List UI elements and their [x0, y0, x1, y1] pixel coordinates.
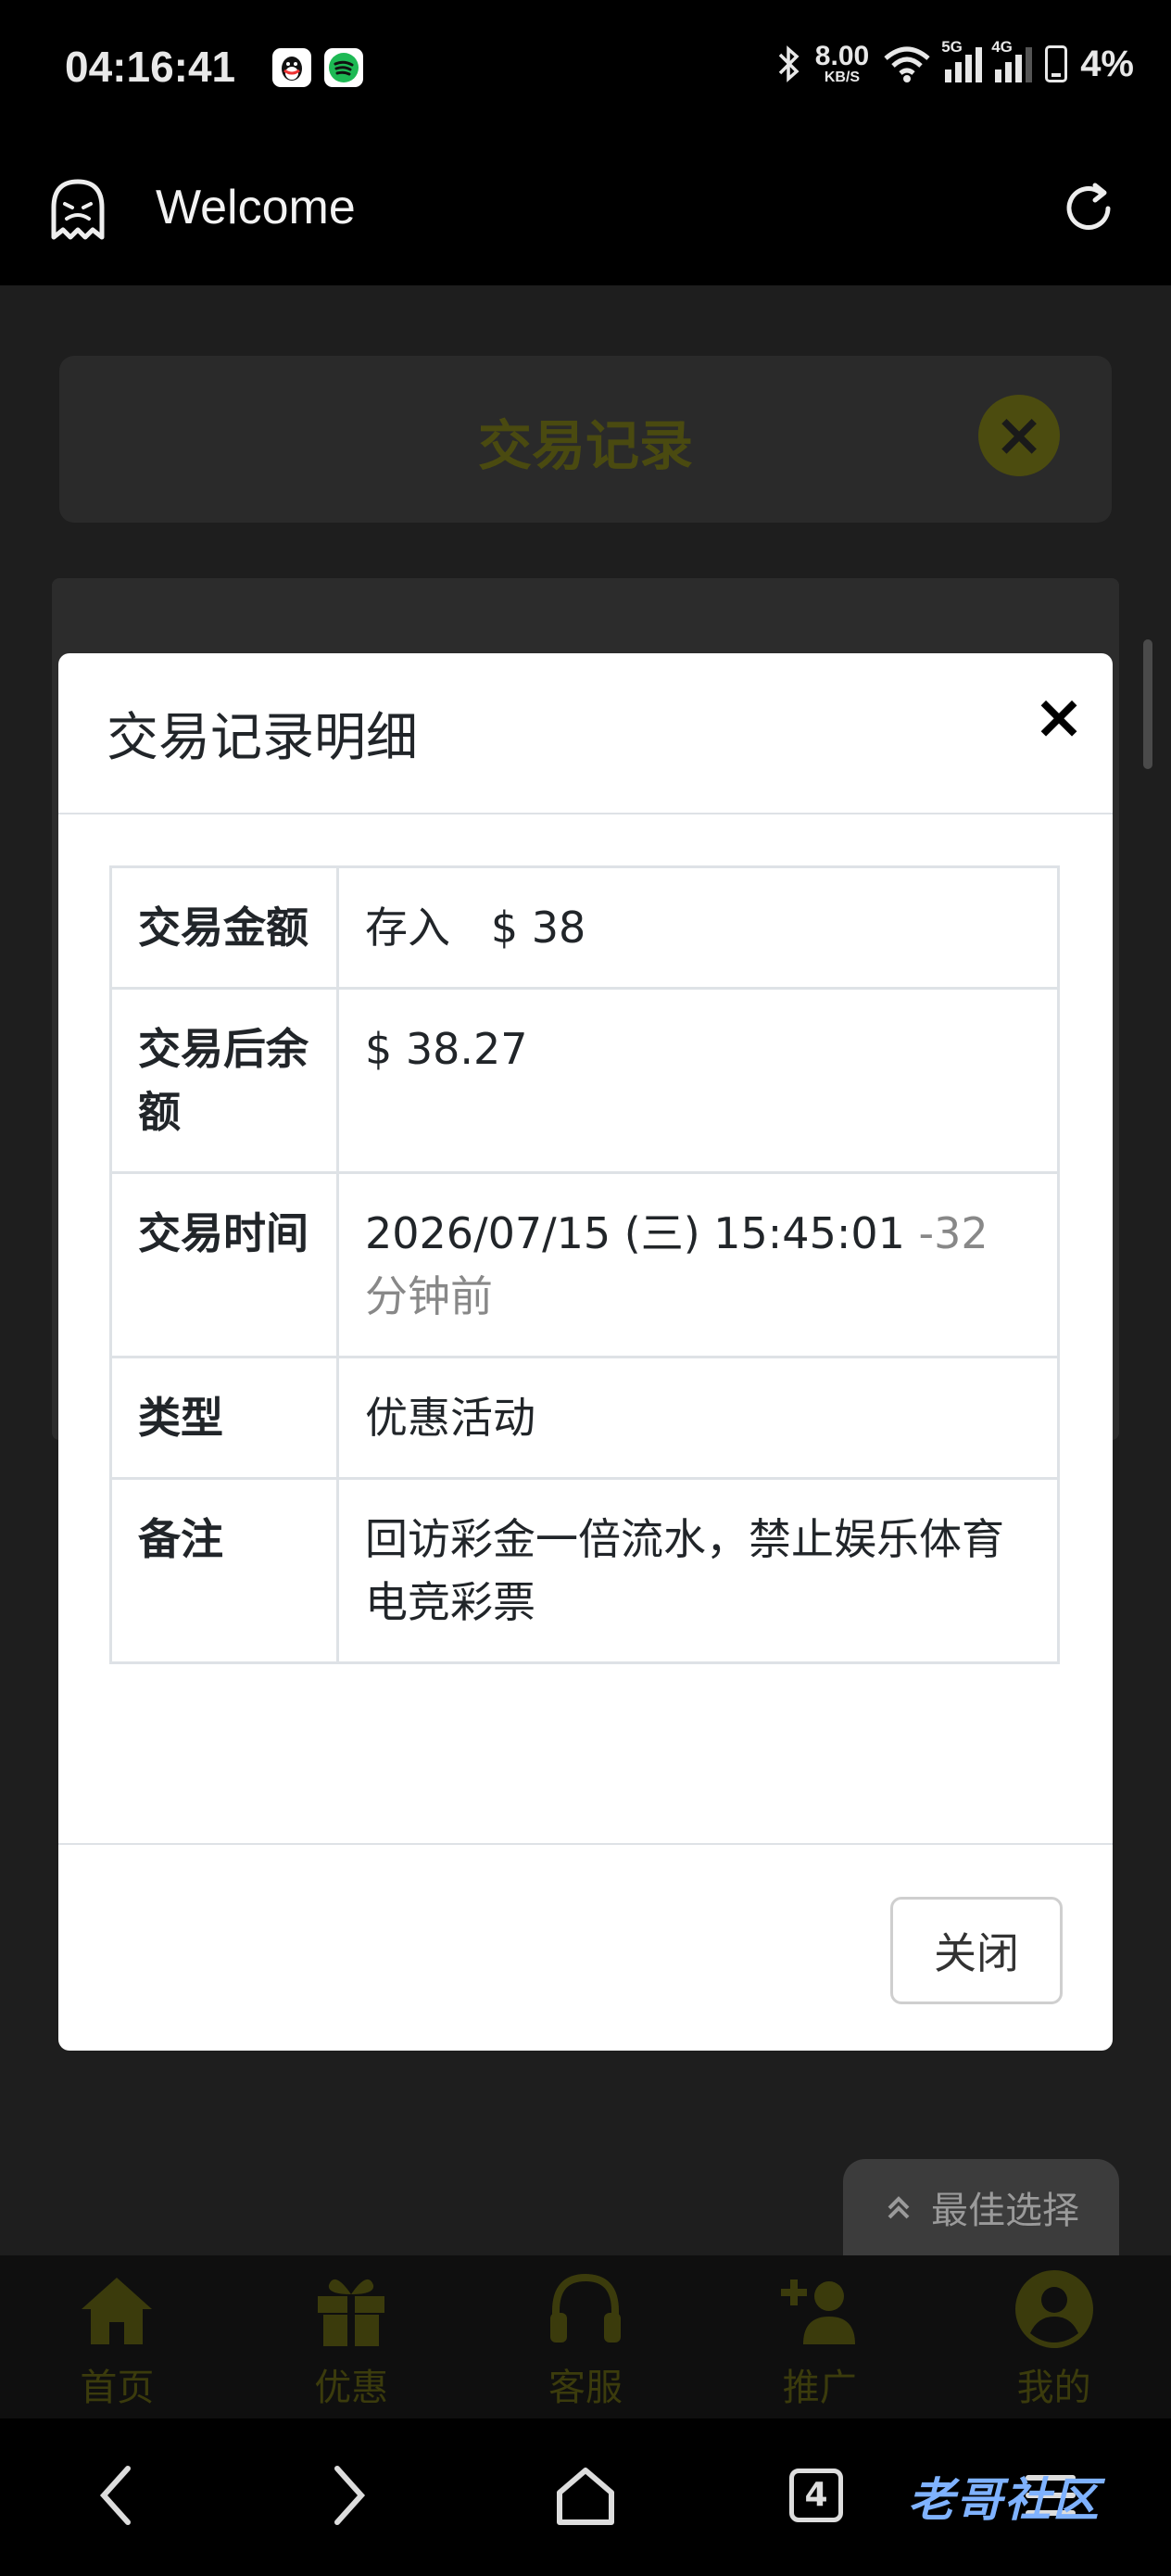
- deposit-amount: $ 38: [490, 903, 586, 953]
- home-icon: [82, 2278, 153, 2344]
- close-icon[interactable]: ×: [1031, 685, 1087, 750]
- detail-table: 交易金额 存入 $ 38 交易后余额 $ 38.27 交易时间 2026/07/…: [109, 865, 1060, 1664]
- status-bar: 04:16:41 8.00 KB/S 5G 4G 4%: [0, 0, 1171, 139]
- gift-icon: [318, 2279, 385, 2346]
- qq-app-icon: [272, 48, 311, 87]
- transaction-detail-modal: 交易记录明细 × 交易金额 存入 $ 38 交易后余额 $ 38.27 交易时间…: [58, 653, 1113, 2051]
- wifi-icon: [884, 46, 930, 82]
- headset-icon: [549, 2273, 621, 2342]
- nav-support[interactable]: 客服: [469, 2255, 703, 2418]
- best-choice-button[interactable]: 最佳选择: [843, 2159, 1119, 2255]
- signal-4g-icon: 4G: [991, 38, 1033, 82]
- table-row: 交易后余额 $ 38.27: [109, 987, 1060, 1174]
- row-value: 回访彩金一倍流水，禁止娱乐体育电竞彩票: [336, 1477, 1060, 1664]
- signal-5g-icon: 5G: [941, 38, 983, 82]
- row-key: 备注: [109, 1477, 339, 1664]
- chevron-up-icon: [888, 2196, 910, 2219]
- battery-level: 4%: [1080, 43, 1134, 84]
- page-title: Welcome: [156, 181, 356, 234]
- bluetooth-icon: [778, 45, 800, 82]
- transaction-time: 2026/07/15 (三) 15:45:01: [365, 1208, 905, 1258]
- row-value: 存入 $ 38: [336, 865, 1060, 990]
- nav-referral[interactable]: 推广: [702, 2255, 937, 2418]
- close-button[interactable]: 关闭: [890, 1897, 1063, 2004]
- table-row: 交易时间 2026/07/15 (三) 15:45:01 -32 分钟前: [109, 1171, 1060, 1358]
- best-choice-label: 最佳选择: [931, 2190, 1079, 2232]
- user-icon: [1014, 2270, 1093, 2348]
- back-icon[interactable]: [93, 2456, 139, 2535]
- ghost-icon[interactable]: [48, 176, 107, 243]
- status-time: 04:16:41: [65, 43, 236, 91]
- modal-footer: 关闭: [58, 1843, 1113, 2052]
- browser-header: Welcome: [0, 139, 1171, 285]
- watermark-logo: 老哥社区: [908, 2474, 1101, 2526]
- row-key: 交易后余额: [109, 987, 339, 1174]
- spotify-app-icon: [324, 48, 363, 87]
- network-speed: 8.00 KB/S: [814, 41, 870, 85]
- nav-home[interactable]: 首页: [0, 2255, 234, 2418]
- row-key: 类型: [109, 1356, 339, 1480]
- transaction-card-header: 交易记录 ×: [59, 356, 1112, 523]
- scrollbar[interactable]: [1143, 639, 1152, 769]
- row-value: $ 38.27: [336, 987, 1060, 1174]
- close-icon[interactable]: ×: [978, 395, 1060, 476]
- table-row: 备注 回访彩金一倍流水，禁止娱乐体育电竞彩票: [109, 1477, 1060, 1664]
- deposit-type: 存入: [365, 903, 450, 953]
- table-row: 交易金额 存入 $ 38: [109, 865, 1060, 990]
- status-right-group: 8.00 KB/S 5G 4G 4%: [776, 38, 1134, 85]
- forward-icon[interactable]: [326, 2456, 372, 2535]
- nav-mine[interactable]: 我的: [937, 2255, 1171, 2418]
- table-row: 类型 优惠活动: [109, 1356, 1060, 1480]
- bottom-nav: 首页 优惠 客服 推广 我的: [0, 2255, 1171, 2418]
- row-key: 交易金额: [109, 865, 339, 990]
- modal-header: 交易记录明细 ×: [58, 653, 1113, 814]
- battery-icon: [1045, 45, 1068, 82]
- card-title: 交易记录: [477, 414, 693, 477]
- row-value: 2026/07/15 (三) 15:45:01 -32 分钟前: [336, 1171, 1060, 1358]
- add-users-icon: [780, 2279, 855, 2344]
- tabs-count-icon[interactable]: 4: [789, 2469, 843, 2522]
- row-key: 交易时间: [109, 1171, 339, 1358]
- row-value: 优惠活动: [336, 1356, 1060, 1480]
- refresh-icon[interactable]: [1058, 178, 1119, 239]
- nav-promo[interactable]: 优惠: [234, 2255, 469, 2418]
- modal-title: 交易记录明细: [107, 708, 418, 768]
- home-nav-icon[interactable]: [552, 2456, 619, 2535]
